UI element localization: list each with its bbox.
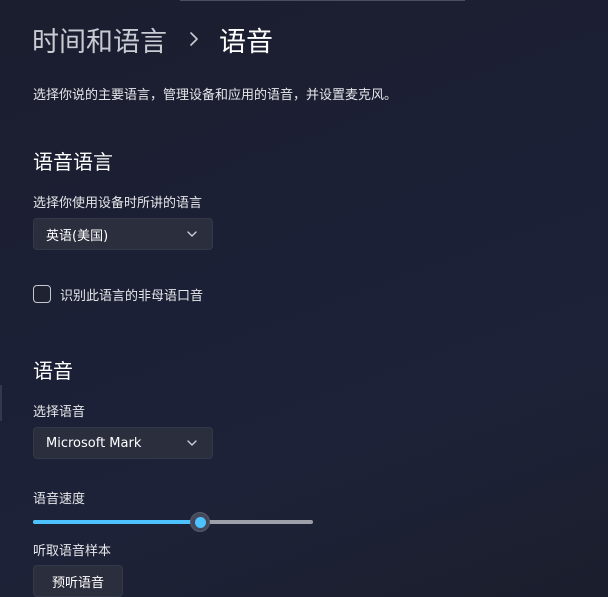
speech-language-value: 英语(美国): [46, 228, 109, 244]
voice-speed-slider[interactable]: [33, 512, 313, 532]
nav-pane-edge: [0, 385, 2, 421]
nonnative-accent-checkbox[interactable]: [33, 285, 51, 303]
slider-thumb[interactable]: [190, 512, 210, 532]
slider-thumb-dot: [194, 516, 206, 528]
chevron-down-icon: [187, 440, 197, 446]
speech-language-dropdown[interactable]: 英语(美国): [33, 218, 213, 250]
breadcrumb: 时间和语言 语音: [32, 20, 273, 58]
voice-select-label: 选择语音: [33, 405, 86, 420]
window-top-edge: [180, 0, 465, 1]
slider-fill: [33, 520, 200, 524]
nonnative-accent-option[interactable]: 识别此语言的非母语口音: [33, 284, 203, 304]
page-title: 语音: [219, 26, 273, 58]
chevron-down-icon: [187, 231, 197, 237]
voice-sample-label: 听取语音样本: [33, 544, 112, 559]
nonnative-accent-label: 识别此语言的非母语口音: [60, 288, 204, 304]
page-description: 选择你说的主要语言，管理设备和应用的语音，并设置麦克风。: [33, 88, 398, 103]
voice-speed-label: 语音速度: [33, 492, 86, 507]
voice-value: Microsoft Mark: [46, 435, 142, 451]
section-title-speech-language: 语音语言: [33, 150, 113, 174]
speech-language-label: 选择你使用设备时所讲的语言: [33, 196, 203, 211]
breadcrumb-parent[interactable]: 时间和语言: [32, 20, 167, 59]
preview-voice-button[interactable]: 预听语音: [33, 565, 123, 597]
chevron-right-icon: [190, 32, 198, 46]
voice-dropdown[interactable]: Microsoft Mark: [33, 427, 213, 459]
section-title-voices: 语音: [33, 359, 73, 383]
